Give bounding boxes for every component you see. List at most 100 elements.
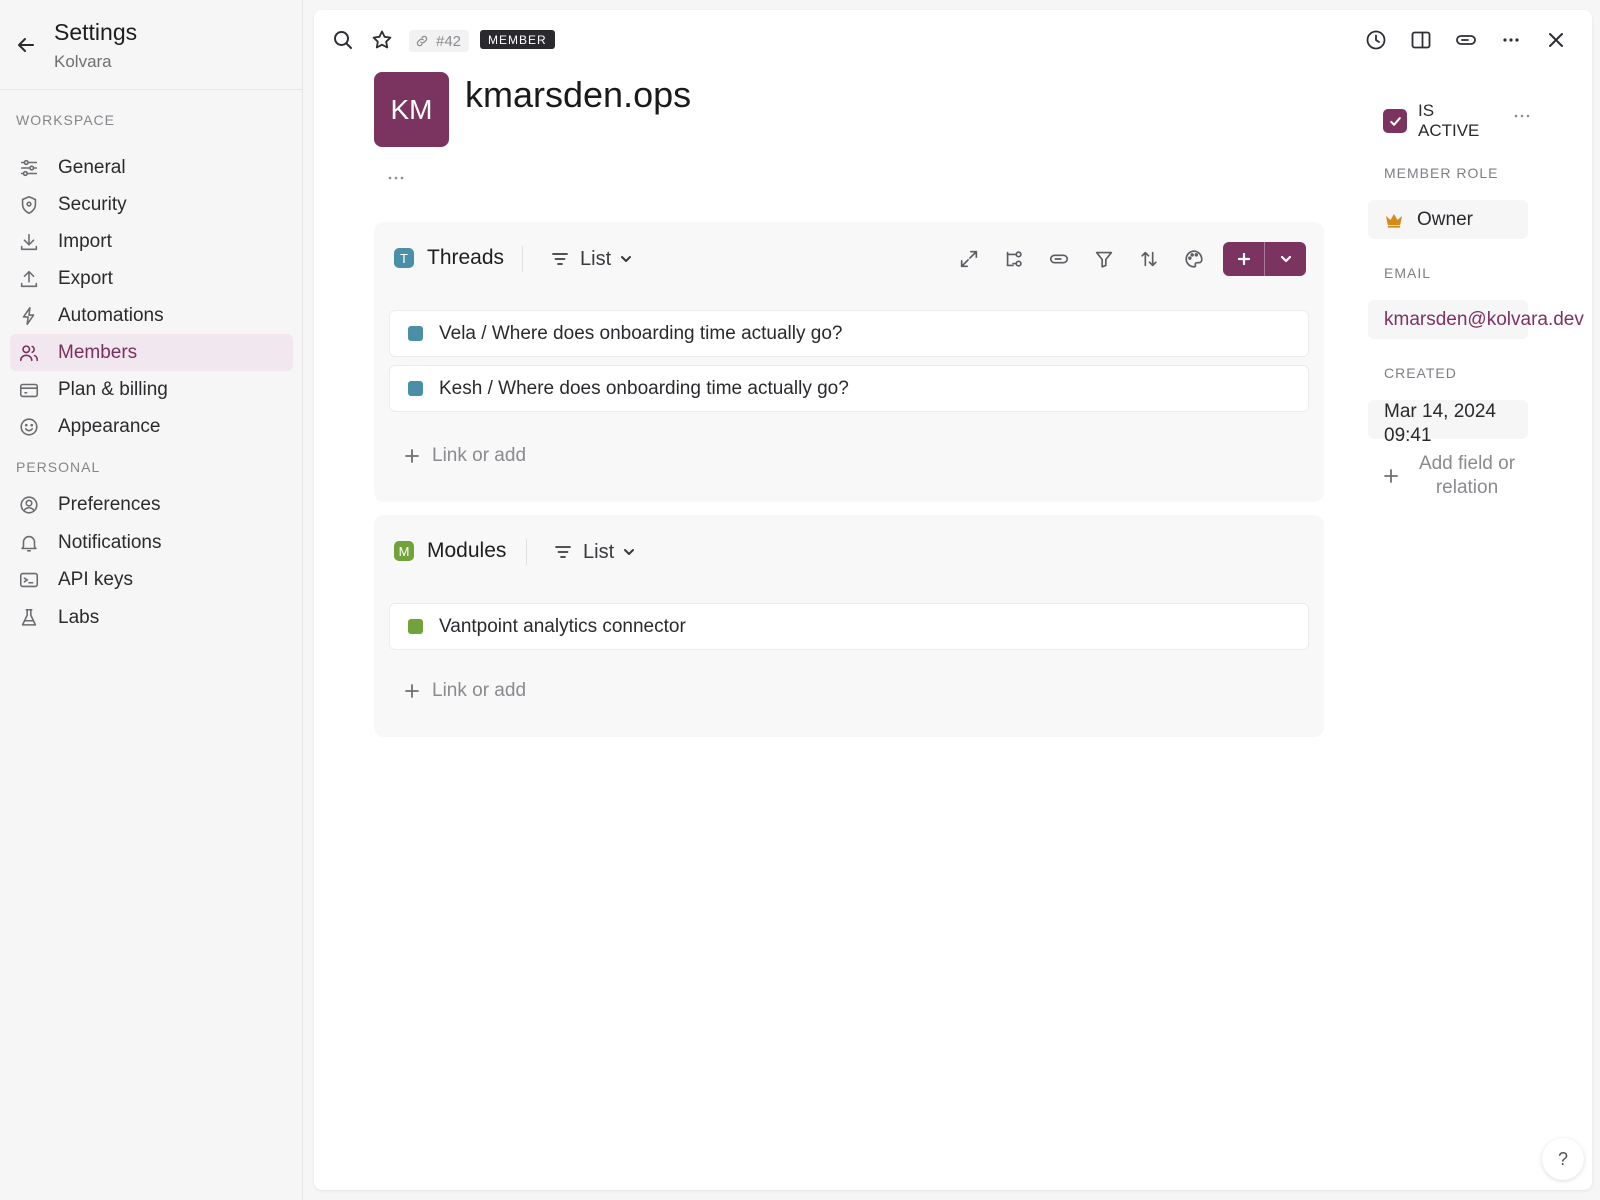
bell-icon	[18, 532, 40, 554]
back-arrow-icon[interactable]	[14, 33, 38, 57]
group-title: Modules	[427, 539, 507, 562]
link-icon	[415, 34, 429, 48]
list-item-label: Vela / Where does onboarding time actual…	[439, 322, 843, 344]
filter-icon[interactable]	[1093, 248, 1115, 270]
is-active-label: IS ACTIVE	[1418, 101, 1480, 140]
palette-icon[interactable]	[1183, 248, 1205, 270]
tag-pill-icon[interactable]	[1048, 248, 1070, 270]
sidebar-item-label: Export	[58, 267, 113, 289]
sidebar-item-automations[interactable]: Automations	[10, 297, 293, 334]
thread-color-dot	[408, 326, 423, 341]
created-label: CREATED	[1384, 365, 1457, 381]
record-panel: #42 MEMBER KM kmarsden.ops T Threads Lis…	[314, 10, 1592, 1190]
view-switcher[interactable]: List	[553, 540, 636, 564]
thread-color-dot	[408, 381, 423, 396]
sidebar-item-label: Appearance	[58, 415, 161, 437]
list-filter-icon	[553, 542, 573, 562]
divider	[522, 246, 523, 272]
link-or-add-button[interactable]: Link or add	[402, 444, 526, 468]
sidebar-item-label: Security	[58, 193, 127, 215]
share-node-icon[interactable]	[1003, 248, 1025, 270]
sidebar-item-preferences[interactable]: Preferences	[10, 486, 293, 523]
history-clock-icon[interactable]	[1364, 28, 1388, 52]
sidebar-item-notifications[interactable]: Notifications	[10, 524, 293, 561]
more-horizontal-icon[interactable]	[1499, 28, 1523, 52]
close-icon[interactable]	[1544, 28, 1568, 52]
more-horizontal-icon[interactable]	[1512, 110, 1532, 122]
crown-icon	[1384, 211, 1404, 229]
view-switcher[interactable]: List	[550, 247, 633, 271]
chevron-down-icon	[1280, 255, 1291, 263]
link-or-add-label: Link or add	[432, 680, 527, 701]
list-item[interactable]: Vantpoint analytics connector	[389, 603, 1309, 650]
is-active-checkbox[interactable]	[1383, 109, 1407, 133]
avatar[interactable]: KM	[374, 72, 449, 147]
sidebar-item-label: General	[58, 156, 126, 178]
member-role-field[interactable]: Owner	[1368, 200, 1528, 239]
view-label: List	[583, 540, 615, 563]
sidebar-header: Settings Kolvara	[0, 0, 302, 90]
list-item-label: Kesh / Where does onboarding time actual…	[439, 377, 849, 399]
list-filter-icon	[550, 249, 570, 269]
sidebar-item-security[interactable]: Security	[10, 186, 293, 223]
add-record-split-button	[1223, 242, 1306, 276]
modules-relation-group: M Modules List Vantpoint analytics conne…	[374, 515, 1324, 737]
sidebar-item-label: Automations	[58, 304, 164, 326]
users-icon	[18, 342, 40, 364]
view-label: List	[580, 247, 612, 270]
threads-relation-group: T Threads List Vela / Where does onboard…	[374, 222, 1324, 502]
bolt-icon	[18, 305, 40, 327]
add-options-button[interactable]	[1265, 242, 1306, 276]
chevron-down-icon	[619, 252, 633, 266]
add-field-button[interactable]: Add field or relation	[1368, 450, 1528, 502]
expand-icon[interactable]	[958, 248, 980, 270]
plus-icon	[402, 681, 422, 701]
record-id-tag[interactable]: #42	[409, 30, 470, 52]
sidebar-item-plan-billing[interactable]: Plan & billing	[10, 371, 293, 408]
sidebar-item-import[interactable]: Import	[10, 223, 293, 260]
divider	[526, 539, 527, 565]
link-or-add-button[interactable]: Link or add	[402, 679, 526, 703]
sort-icon[interactable]	[1138, 248, 1160, 270]
list-item[interactable]: Kesh / Where does onboarding time actual…	[389, 365, 1309, 412]
module-color-dot	[408, 619, 423, 634]
group-badge: M	[394, 541, 414, 561]
sidebar-title: Settings	[54, 19, 138, 45]
group-badge: T	[394, 248, 414, 268]
page-title[interactable]: kmarsden.ops	[465, 74, 691, 116]
tag-pill-icon[interactable]	[1454, 28, 1478, 52]
list-item[interactable]: Vela / Where does onboarding time actual…	[389, 310, 1309, 357]
sidebar-item-labs[interactable]: Labs	[10, 599, 293, 636]
group-title: Threads	[427, 246, 505, 269]
add-button[interactable]	[1223, 242, 1264, 276]
email-label: EMAIL	[1384, 265, 1432, 281]
plus-icon	[402, 446, 422, 466]
workspace-name: Kolvara	[54, 52, 112, 71]
plus-icon	[1382, 467, 1400, 485]
user-circle-icon	[18, 494, 40, 516]
add-field-label: Add field or relation	[1418, 453, 1516, 498]
star-icon[interactable]	[370, 28, 394, 52]
sidebar-item-export[interactable]: Export	[10, 260, 293, 297]
record-id: #42	[436, 32, 462, 50]
shield-icon	[18, 194, 40, 216]
member-role-label: MEMBER ROLE	[1384, 165, 1499, 181]
sidebar-item-members[interactable]: Members	[10, 334, 293, 371]
sidebar-item-label: Preferences	[58, 493, 161, 515]
sidebar-item-appearance[interactable]: Appearance	[10, 408, 293, 445]
group-header: M Modules List	[374, 515, 1324, 589]
smiley-icon	[18, 416, 40, 438]
email-field[interactable]: kmarsden@kolvara.dev	[1368, 300, 1584, 339]
more-horizontal-icon[interactable]	[386, 170, 406, 186]
upload-icon	[18, 268, 40, 290]
split-view-icon[interactable]	[1409, 28, 1433, 52]
sidebar-item-label: Plan & billing	[58, 378, 168, 400]
chevron-down-icon	[622, 545, 636, 559]
section-label-personal: PERSONAL	[16, 459, 101, 475]
sidebar-item-label: Members	[58, 341, 138, 363]
sidebar-item-label: Labs	[58, 606, 100, 628]
help-button[interactable]: ?	[1542, 1138, 1584, 1180]
sidebar-item-api-keys[interactable]: API keys	[10, 561, 293, 598]
search-icon[interactable]	[331, 28, 355, 52]
sidebar-item-general[interactable]: General	[10, 149, 293, 186]
